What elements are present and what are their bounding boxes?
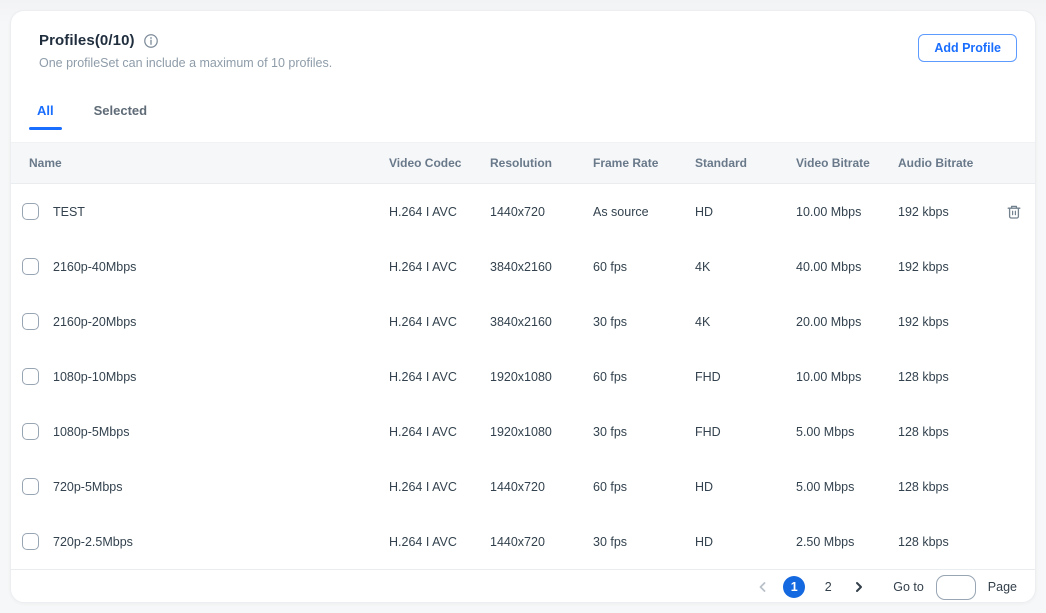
profile-name: 720p-5Mbps — [53, 480, 123, 494]
table-row: TEST H.264 I AVC 1440x720 As source HD 1… — [11, 184, 1035, 239]
resolution-value: 3840x2160 — [490, 315, 593, 329]
frame-rate-value: 30 fps — [593, 315, 695, 329]
profile-name: 1080p-10Mbps — [53, 370, 136, 384]
audio-bitrate-value: 192 kbps — [898, 260, 998, 274]
standard-value: HD — [695, 535, 796, 549]
column-header-audio-bitrate: Audio Bitrate — [898, 156, 998, 170]
page-background: { "header": { "title": "Profiles(0/10)",… — [0, 0, 1046, 613]
frame-rate-value: 60 fps — [593, 370, 695, 384]
profile-name: 1080p-5Mbps — [53, 425, 129, 439]
row-checkbox[interactable] — [22, 423, 39, 440]
row-checkbox[interactable] — [22, 203, 39, 220]
row-checkbox[interactable] — [22, 313, 39, 330]
tab-bar: All Selected — [29, 99, 179, 130]
video-bitrate-value: 10.00 Mbps — [796, 205, 898, 219]
tab-selected[interactable]: Selected — [86, 99, 155, 130]
table-row: 720p-2.5Mbps H.264 I AVC 1440x720 30 fps… — [11, 514, 1035, 569]
video-bitrate-value: 2.50 Mbps — [796, 535, 898, 549]
table-row: 2160p-20Mbps H.264 I AVC 3840x2160 30 fp… — [11, 294, 1035, 349]
profiles-panel: Profiles(0/10) One profileSet can includ… — [10, 10, 1036, 603]
resolution-value: 1440x720 — [490, 535, 593, 549]
resolution-value: 1920x1080 — [490, 425, 593, 439]
frame-rate-value: As source — [593, 205, 695, 219]
frame-rate-value: 60 fps — [593, 260, 695, 274]
column-header-standard: Standard — [695, 156, 796, 170]
panel-subtitle: One profileSet can include a maximum of … — [39, 56, 332, 70]
frame-rate-value: 30 fps — [593, 425, 695, 439]
row-checkbox[interactable] — [22, 258, 39, 275]
standard-value: 4K — [695, 315, 796, 329]
goto-label: Go to — [893, 580, 924, 594]
video-codec-value: H.264 I AVC — [389, 425, 490, 439]
column-header-frame-rate: Frame Rate — [593, 156, 695, 170]
audio-bitrate-value: 128 kbps — [898, 535, 998, 549]
page-title: Profiles(0/10) — [39, 32, 135, 49]
chevron-left-icon[interactable] — [755, 579, 771, 595]
frame-rate-value: 60 fps — [593, 480, 695, 494]
table-row: 1080p-10Mbps H.264 I AVC 1920x1080 60 fp… — [11, 349, 1035, 404]
video-codec-value: H.264 I AVC — [389, 370, 490, 384]
delete-profile-button[interactable] — [1005, 203, 1023, 221]
page-button-1[interactable]: 1 — [783, 576, 805, 598]
pagination-bar: 1 2 Go to Page — [11, 569, 1035, 603]
video-codec-value: H.264 I AVC — [389, 205, 490, 219]
row-checkbox[interactable] — [22, 533, 39, 550]
video-bitrate-value: 20.00 Mbps — [796, 315, 898, 329]
audio-bitrate-value: 192 kbps — [898, 205, 998, 219]
goto-page-input[interactable] — [936, 575, 976, 600]
column-header-resolution: Resolution — [490, 156, 593, 170]
page-label: Page — [988, 580, 1017, 594]
column-header-name: Name — [29, 156, 389, 170]
column-header-video-codec: Video Codec — [389, 156, 490, 170]
audio-bitrate-value: 128 kbps — [898, 370, 998, 384]
video-bitrate-value: 40.00 Mbps — [796, 260, 898, 274]
audio-bitrate-value: 192 kbps — [898, 315, 998, 329]
resolution-value: 3840x2160 — [490, 260, 593, 274]
column-header-video-bitrate: Video Bitrate — [796, 156, 898, 170]
resolution-value: 1440x720 — [490, 205, 593, 219]
table-row: 720p-5Mbps H.264 I AVC 1440x720 60 fps H… — [11, 459, 1035, 514]
profile-name: 720p-2.5Mbps — [53, 535, 133, 549]
tab-all[interactable]: All — [29, 99, 62, 130]
resolution-value: 1920x1080 — [490, 370, 593, 384]
audio-bitrate-value: 128 kbps — [898, 425, 998, 439]
standard-value: FHD — [695, 370, 796, 384]
frame-rate-value: 30 fps — [593, 535, 695, 549]
chevron-right-icon[interactable] — [851, 579, 867, 595]
video-codec-value: H.264 I AVC — [389, 315, 490, 329]
table-body: TEST H.264 I AVC 1440x720 As source HD 1… — [11, 184, 1035, 569]
profile-name: 2160p-40Mbps — [53, 260, 136, 274]
resolution-value: 1440x720 — [490, 480, 593, 494]
profile-name: TEST — [53, 205, 85, 219]
table-header: Name Video Codec Resolution Frame Rate S… — [11, 142, 1035, 184]
table-row: 2160p-40Mbps H.264 I AVC 3840x2160 60 fp… — [11, 239, 1035, 294]
page-button-2[interactable]: 2 — [817, 576, 839, 598]
video-bitrate-value: 10.00 Mbps — [796, 370, 898, 384]
standard-value: HD — [695, 480, 796, 494]
video-bitrate-value: 5.00 Mbps — [796, 425, 898, 439]
standard-value: 4K — [695, 260, 796, 274]
standard-value: HD — [695, 205, 796, 219]
profile-name: 2160p-20Mbps — [53, 315, 136, 329]
table-row: 1080p-5Mbps H.264 I AVC 1920x1080 30 fps… — [11, 404, 1035, 459]
video-codec-value: H.264 I AVC — [389, 535, 490, 549]
info-icon[interactable] — [143, 33, 159, 49]
video-codec-value: H.264 I AVC — [389, 260, 490, 274]
audio-bitrate-value: 128 kbps — [898, 480, 998, 494]
video-bitrate-value: 5.00 Mbps — [796, 480, 898, 494]
row-checkbox[interactable] — [22, 368, 39, 385]
standard-value: FHD — [695, 425, 796, 439]
panel-header: Profiles(0/10) — [39, 32, 159, 49]
row-checkbox[interactable] — [22, 478, 39, 495]
video-codec-value: H.264 I AVC — [389, 480, 490, 494]
add-profile-button[interactable]: Add Profile — [918, 34, 1017, 62]
